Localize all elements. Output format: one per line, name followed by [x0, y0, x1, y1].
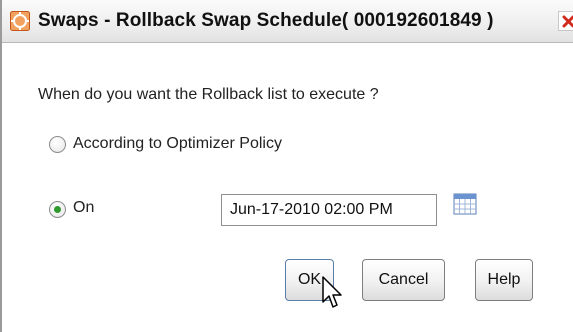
execution-prompt: When do you want the Rollback list to ex… [38, 86, 379, 103]
calendar-icon[interactable] [453, 193, 477, 215]
title-bar[interactable]: Swaps - Rollback Swap Schedule( 00019260… [2, 0, 573, 43]
help-button[interactable]: Help [475, 259, 533, 301]
dialog-title: Swaps - Rollback Swap Schedule( 00019260… [38, 10, 494, 31]
rollback-dialog: Swaps - Rollback Swap Schedule( 00019260… [0, 0, 573, 332]
optimizer-policy-label[interactable]: According to Optimizer Policy [73, 135, 282, 153]
cancel-button[interactable]: Cancel [362, 259, 445, 301]
mouse-pointer-icon [322, 276, 342, 308]
close-button[interactable] [558, 11, 573, 31]
app-logo-icon [10, 11, 30, 31]
close-icon [562, 15, 573, 28]
schedule-date-input[interactable] [221, 194, 437, 226]
on-date-label[interactable]: On [73, 199, 94, 217]
on-date-radio[interactable] [49, 201, 66, 218]
optimizer-policy-radio[interactable] [49, 136, 66, 153]
